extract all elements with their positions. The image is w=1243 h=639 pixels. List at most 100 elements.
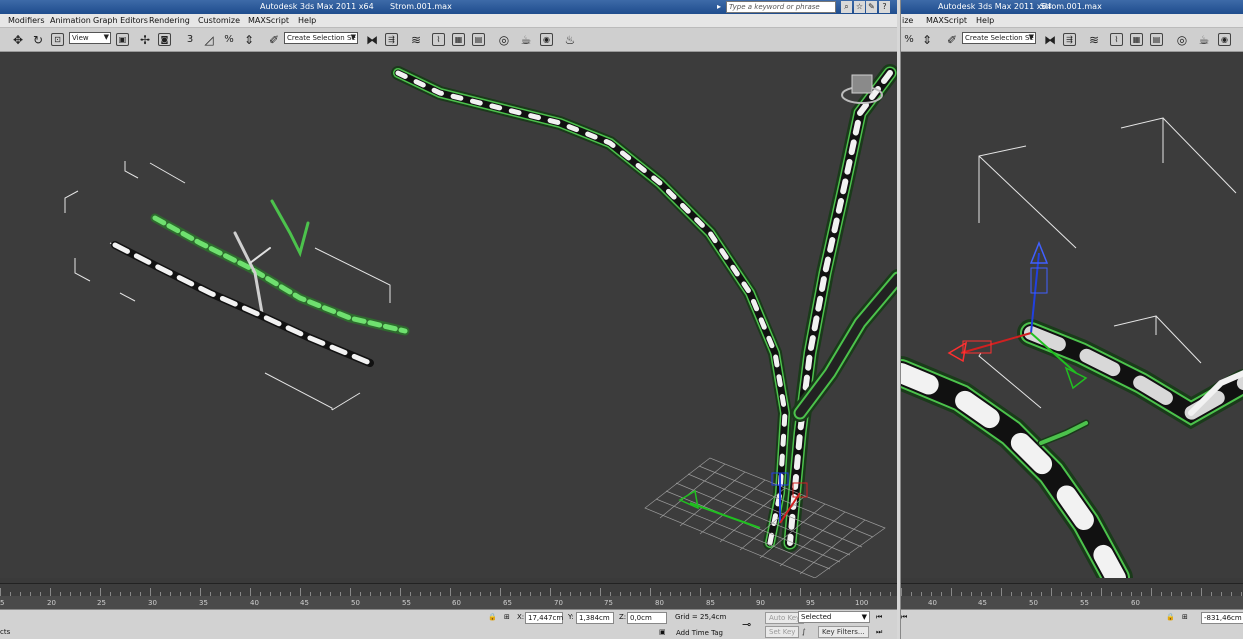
- render-frame-icon[interactable]: ☕: [518, 32, 534, 48]
- curve-editor-icon[interactable]: ⌇: [1110, 33, 1123, 46]
- angle-snap-icon[interactable]: ◿: [201, 32, 217, 48]
- main-window: Autodesk 3ds Max 2011 x64 Strom.001.max …: [0, 0, 898, 639]
- chevron-down-icon: ▼: [1028, 33, 1034, 41]
- scale-icon[interactable]: ⊡: [51, 33, 64, 46]
- absolute-mode-icon[interactable]: ⊞: [1182, 613, 1188, 621]
- z-coordinate-field[interactable]: 0,0cm: [627, 612, 667, 624]
- material-editor-icon[interactable]: ▤: [1150, 33, 1163, 46]
- add-time-tag-button[interactable]: Add Time Tag: [676, 629, 723, 637]
- layer-icon[interactable]: ≋: [408, 32, 424, 48]
- timeline-tick: 35: [199, 599, 208, 607]
- chevron-down-icon: ▼: [350, 33, 356, 41]
- percent-snap-icon[interactable]: %: [901, 32, 917, 48]
- render-icon[interactable]: ◉: [540, 33, 553, 46]
- mirror-icon[interactable]: ⧓: [1042, 32, 1058, 48]
- timeline-ruler[interactable]: [0, 584, 898, 596]
- align-icon[interactable]: ⇶: [1063, 33, 1076, 46]
- menu-rendering[interactable]: Rendering: [149, 16, 190, 25]
- chevron-down-icon: ▼: [861, 613, 867, 621]
- x-coordinate-field[interactable]: -831,46cm: [1201, 612, 1243, 624]
- status-bar: cts 🔒 ⊞ X: 17,447cm Y: 1,384cm Z: 0,0cm …: [0, 609, 898, 639]
- app-title: Autodesk 3ds Max 2011 x64: [260, 2, 374, 11]
- timeline-tick: 30: [148, 599, 157, 607]
- set-key-button[interactable]: Set Key: [765, 626, 800, 638]
- perspective-viewport[interactable]: [0, 53, 898, 578]
- menu-maxscript[interactable]: MAXScript: [926, 16, 967, 25]
- material-editor-icon[interactable]: ▤: [472, 33, 485, 46]
- timeline-tick: 90: [756, 599, 765, 607]
- edit-named-selection-icon[interactable]: ✐: [266, 32, 282, 48]
- select-manipulate-icon[interactable]: ◙: [158, 33, 171, 46]
- main-toolbar: % ⇕ ✐ Create Selection Se ▼ ⧓ ⇶ ≋ ⌇ ▦ ▤ ◎…: [901, 28, 1243, 52]
- render-icon[interactable]: ◉: [1218, 33, 1231, 46]
- lock-icon[interactable]: 🔒: [488, 613, 497, 621]
- time-slider[interactable]: 5 20 25 30 35 40 45 50 55 60 65 70 75 80…: [0, 583, 898, 609]
- search-input[interactable]: Type a keyword or phrase: [726, 1, 836, 13]
- menu-help[interactable]: Help: [298, 16, 316, 25]
- snap-icon[interactable]: 3: [182, 32, 198, 48]
- timeline-tick: 25: [97, 599, 106, 607]
- search-arrow-icon[interactable]: ▸: [717, 2, 721, 11]
- rotate-icon[interactable]: ↻: [30, 32, 46, 48]
- absolute-mode-icon[interactable]: ⊞: [504, 613, 510, 621]
- selection-set-dropdown[interactable]: Create Selection Se ▼: [962, 32, 1036, 44]
- lock-icon[interactable]: 🔒: [1166, 613, 1175, 621]
- menu-customize[interactable]: ize: [902, 16, 913, 25]
- menu-bar: ize MAXScript Help: [901, 14, 1243, 28]
- mirror-icon[interactable]: ⧓: [364, 32, 380, 48]
- spinner-snap-icon[interactable]: ⇕: [919, 32, 935, 48]
- menu-modifiers[interactable]: Modifiers: [8, 16, 45, 25]
- menu-animation[interactable]: Animation: [50, 16, 91, 25]
- align-icon[interactable]: ⇶: [385, 33, 398, 46]
- render-frame-icon[interactable]: ☕: [1196, 32, 1212, 48]
- key-icon[interactable]: ⊸: [742, 618, 751, 631]
- schematic-view-icon[interactable]: ▦: [452, 33, 465, 46]
- timeline-tick: 100: [855, 599, 869, 607]
- timeline-tick: 40: [928, 599, 937, 607]
- y-label: Y:: [568, 613, 574, 621]
- x-coordinate-field[interactable]: 17,447cm: [525, 612, 563, 624]
- timeline-tick: 65: [503, 599, 512, 607]
- main-toolbar: ✥ ↻ ⊡ View ▼ ▣ ✢ ◙ 3 ◿ % ⇕ ✐ Create Selec…: [0, 28, 898, 52]
- go-to-start-icon[interactable]: ⏮: [876, 613, 882, 622]
- schematic-view-icon[interactable]: ▦: [1130, 33, 1143, 46]
- grid-plane: [644, 457, 886, 578]
- y-coordinate-field[interactable]: 1,384cm: [576, 612, 614, 624]
- time-tag-icon[interactable]: ▣: [659, 628, 666, 636]
- render-setup-icon[interactable]: ◎: [1174, 32, 1190, 48]
- render-setup-icon[interactable]: ◎: [496, 32, 512, 48]
- transform-gizmo: [947, 240, 1088, 390]
- menu-maxscript[interactable]: MAXScript: [248, 16, 289, 25]
- menu-customize[interactable]: Customize: [198, 16, 240, 25]
- timeline-ruler[interactable]: [901, 584, 1243, 596]
- menu-graph-editors[interactable]: Graph Editors: [93, 16, 148, 25]
- teapot-icon[interactable]: ♨: [562, 32, 578, 48]
- pivot-icon[interactable]: ▣: [116, 33, 129, 46]
- timeline-tick: 5: [0, 599, 5, 607]
- selection-set-dropdown[interactable]: Create Selection Se ▼: [284, 32, 358, 44]
- transform-center-icon[interactable]: ✢: [137, 32, 153, 48]
- timeline-tick: 45: [300, 599, 309, 607]
- help-icon[interactable]: ?: [879, 1, 890, 13]
- perspective-viewport[interactable]: [901, 53, 1243, 578]
- move-icon[interactable]: ✥: [10, 32, 26, 48]
- binoculars-icon[interactable]: ⌕: [841, 1, 852, 13]
- go-to-start-icon[interactable]: ⏮: [901, 613, 907, 622]
- key-mode-dropdown[interactable]: Selected ▼: [798, 611, 870, 623]
- time-slider[interactable]: 40 45 50 55 60: [901, 583, 1243, 609]
- menu-help[interactable]: Help: [976, 16, 994, 25]
- key-mode-icon[interactable]: ⏭: [876, 628, 882, 637]
- edit-named-selection-icon[interactable]: ✐: [944, 32, 960, 48]
- spinner-snap-icon[interactable]: ⇕: [241, 32, 257, 48]
- key-tangent-icon[interactable]: ∫: [802, 628, 806, 636]
- timeline-tick: 75: [604, 599, 613, 607]
- tools-icon[interactable]: ✎: [866, 1, 877, 13]
- timeline-tick: 70: [554, 599, 563, 607]
- key-filters-button[interactable]: Key Filters...: [818, 626, 869, 638]
- percent-snap-icon[interactable]: %: [221, 32, 237, 48]
- star-icon[interactable]: ☆: [854, 1, 865, 13]
- timeline-tick: 55: [1080, 599, 1089, 607]
- reference-coordinate-dropdown[interactable]: View ▼: [69, 32, 111, 44]
- curve-editor-icon[interactable]: ⌇: [432, 33, 445, 46]
- layer-icon[interactable]: ≋: [1086, 32, 1102, 48]
